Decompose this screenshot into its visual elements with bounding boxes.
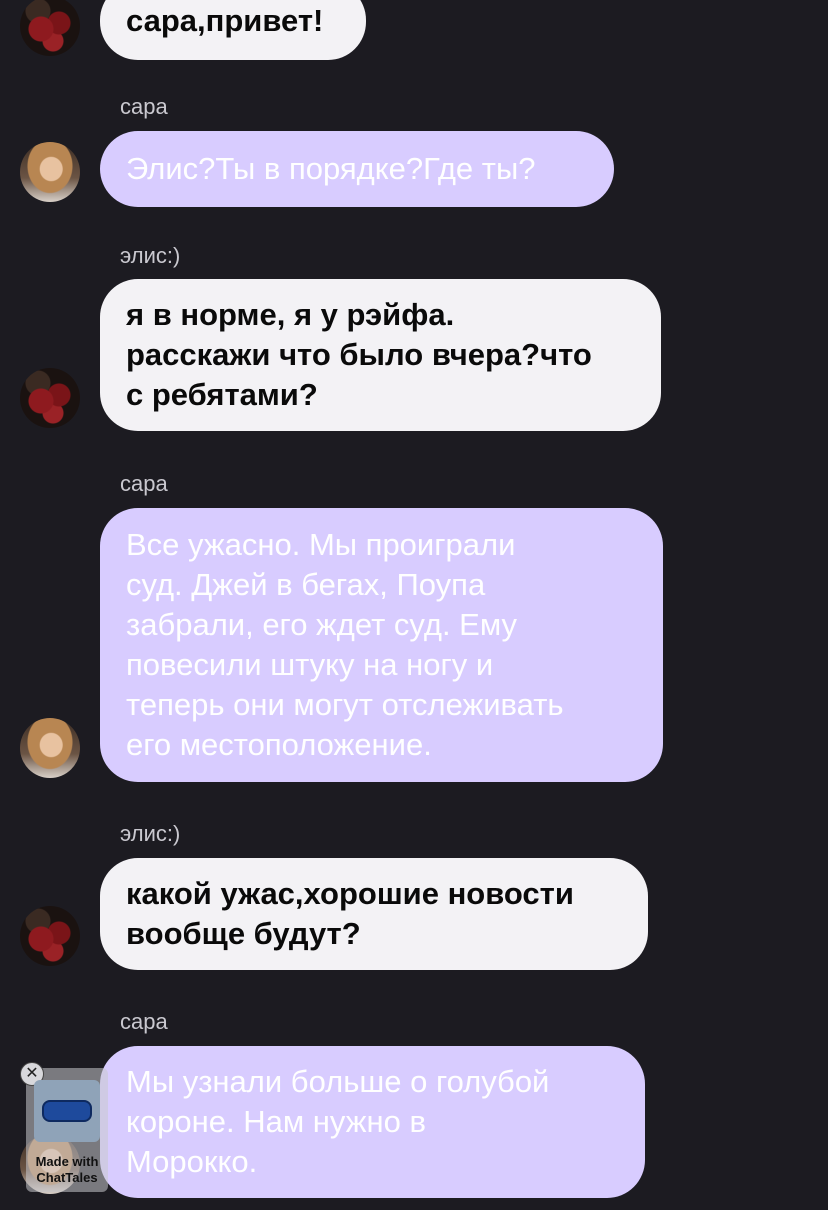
sender-name: сара (120, 1009, 168, 1034)
sender-name: элис:) (120, 821, 181, 846)
avatar-elis (20, 368, 80, 428)
message-text: Мы узнали больше о голубой короне. Нам н… (126, 1064, 550, 1179)
sender-name: элис:) (120, 243, 181, 268)
avatar-sara (20, 718, 80, 778)
sender-name: сара (120, 471, 168, 496)
message-text: сара,привет! (126, 3, 324, 38)
message-text: Элис?Ты в порядке?Где ты? (126, 151, 536, 186)
avatar-elis (20, 0, 80, 56)
sender-name: сара (120, 94, 168, 119)
message-text: Все ужасно. Мы проиграли суд. Джей в бег… (126, 527, 564, 762)
watermark-line1: Made with (35, 1154, 99, 1169)
message-bubble: Элис?Ты в порядке?Где ты? (100, 131, 614, 207)
avatar-sara (20, 142, 80, 202)
message-bubble: какой ужас,хорошие новости вообще будут? (100, 858, 648, 970)
avatar-elis (20, 906, 80, 966)
watermark-text: Made with ChatTales (26, 1154, 108, 1186)
chattales-logo-icon (34, 1080, 100, 1142)
message-bubble: я в норме, я у рэйфа. расскажи что было … (100, 279, 661, 431)
message-text: я в норме, я у рэйфа. расскажи что было … (126, 297, 592, 412)
watermark-line2: ChatTales (36, 1170, 98, 1185)
message-bubble: Все ужасно. Мы проиграли суд. Джей в бег… (100, 508, 663, 782)
message-bubble: Мы узнали больше о голубой короне. Нам н… (100, 1046, 645, 1198)
chattales-watermark[interactable]: ✕ Made with ChatTales (20, 1062, 108, 1192)
message-bubble: сара,привет! (100, 0, 366, 60)
message-text: какой ужас,хорошие новости вообще будут? (126, 876, 574, 951)
